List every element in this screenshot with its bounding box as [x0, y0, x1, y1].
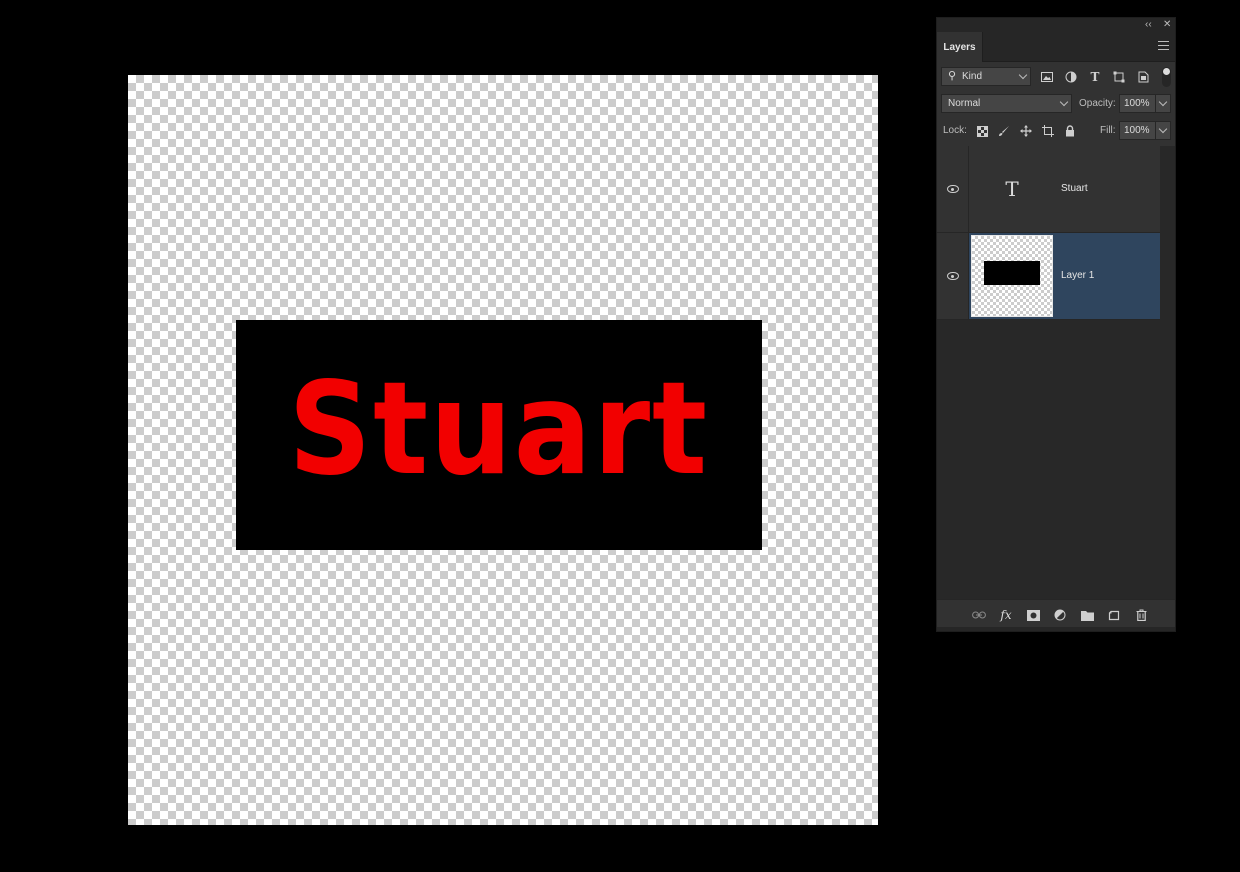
opacity-label: Opacity:: [1079, 98, 1116, 109]
visibility-eye-icon[interactable]: [947, 185, 959, 193]
canvas-text-stuart: Stuart: [288, 355, 710, 504]
layer-thumbnail: [971, 235, 1053, 317]
filter-toggle-knob: [1163, 68, 1170, 75]
opacity-chevron-icon[interactable]: [1158, 97, 1168, 107]
blend-mode-select[interactable]: Normal: [941, 94, 1072, 113]
search-icon: ⚲: [948, 70, 957, 82]
delete-layer-icon[interactable]: [1134, 608, 1148, 622]
filter-kind-select[interactable]: ⚲ Kind: [941, 67, 1031, 86]
tab-layers[interactable]: Layers: [937, 32, 983, 62]
fx-icon[interactable]: fx: [999, 608, 1013, 622]
lock-row: Lock: Fill: 100%: [937, 121, 1175, 143]
opacity-input[interactable]: 100%: [1119, 94, 1171, 113]
filter-kind-label: Kind: [962, 71, 983, 82]
blend-row: Normal Opacity: 100%: [937, 94, 1175, 116]
visibility-eye-icon[interactable]: [947, 272, 959, 280]
panel-menu-icon[interactable]: [1158, 41, 1169, 50]
text-layer-thumbnail-icon: T: [1005, 177, 1019, 201]
lock-image-pixels-icon[interactable]: [997, 124, 1011, 138]
layers-scrollbar[interactable]: [1160, 146, 1175, 599]
blend-mode-value: Normal: [948, 98, 981, 109]
image-filter-icon[interactable]: [1040, 70, 1054, 84]
layer-row-stuart[interactable]: T Stuart: [937, 146, 1160, 233]
layers-list: T Stuart Layer 1: [937, 146, 1175, 599]
fill-input[interactable]: 100%: [1119, 121, 1171, 140]
new-group-icon[interactable]: [1080, 608, 1094, 622]
lock-label: Lock:: [943, 125, 967, 136]
visibility-column: [937, 146, 969, 232]
filter-toggle[interactable]: [1162, 67, 1171, 87]
visibility-column: [937, 233, 969, 319]
type-filter-icon[interactable]: T: [1088, 70, 1102, 84]
smart-object-filter-icon[interactable]: [1136, 70, 1150, 84]
lock-artboard-icon[interactable]: [1041, 124, 1055, 138]
layer-name[interactable]: Layer 1: [1061, 233, 1094, 319]
lock-position-icon[interactable]: [1019, 124, 1033, 138]
layers-panel: ‹‹ ✕ Layers ⚲ Kind T Normal Opacity: 100…: [936, 17, 1176, 632]
filter-row: ⚲ Kind T: [937, 67, 1175, 89]
layer-row-layer-1[interactable]: Layer 1: [937, 233, 1160, 320]
new-layer-icon[interactable]: [1107, 608, 1121, 622]
lock-transparent-pixels-icon[interactable]: [975, 124, 989, 138]
chevron-down-icon: [1059, 97, 1069, 107]
thumbnail-black-rectangle: [984, 261, 1040, 285]
layer-name[interactable]: Stuart: [1061, 146, 1088, 232]
panel-resize-handle[interactable]: [937, 627, 1175, 631]
fill-divider: [1155, 122, 1156, 139]
fill-chevron-icon[interactable]: [1158, 124, 1168, 134]
opacity-divider: [1155, 95, 1156, 112]
layer-mask-icon[interactable]: [1026, 608, 1040, 622]
panel-tab-bar: Layers: [937, 32, 1175, 62]
layers-bottom-toolbar: fx: [937, 599, 1175, 629]
fill-value: 100%: [1124, 125, 1150, 136]
adjustment-layer-icon[interactable]: [1053, 608, 1067, 622]
document-canvas[interactable]: Stuart: [128, 75, 878, 825]
panel-title-strip: ‹‹ ✕: [937, 18, 1175, 32]
shape-filter-icon[interactable]: [1112, 70, 1126, 84]
collapse-panel-icon[interactable]: ‹‹: [1145, 18, 1152, 32]
link-layers-icon[interactable]: [972, 608, 986, 622]
adjustment-filter-icon[interactable]: [1064, 70, 1078, 84]
lock-all-icon[interactable]: [1063, 124, 1077, 138]
opacity-value: 100%: [1124, 98, 1150, 109]
chevron-down-icon: [1018, 70, 1028, 80]
fill-label: Fill:: [1100, 125, 1116, 136]
black-rectangle-layer: Stuart: [236, 320, 762, 550]
close-panel-icon[interactable]: ✕: [1163, 18, 1171, 32]
